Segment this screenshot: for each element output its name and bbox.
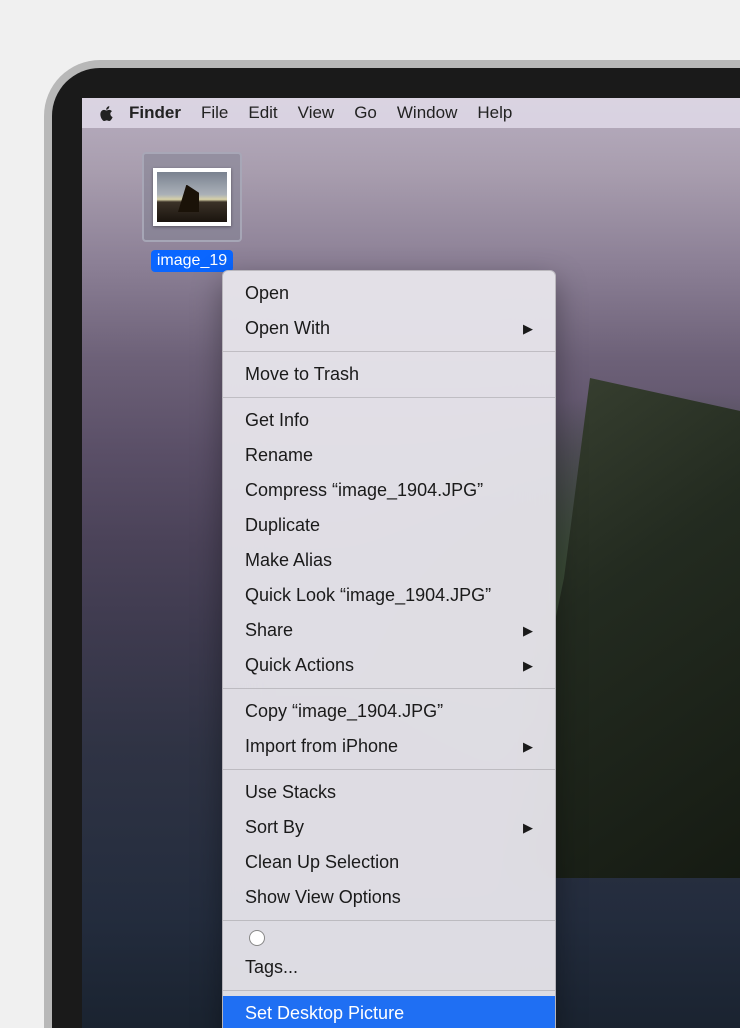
menu-item-label: Share xyxy=(245,617,293,644)
context-menu: Open Open With ▶ Move to Trash Get Info R… xyxy=(222,270,556,1028)
menu-item-open-with[interactable]: Open With ▶ xyxy=(223,311,555,346)
menubar-item-edit[interactable]: Edit xyxy=(238,103,287,123)
submenu-arrow-icon: ▶ xyxy=(523,818,533,838)
menubar-item-go[interactable]: Go xyxy=(344,103,387,123)
menu-item-label: Import from iPhone xyxy=(245,733,398,760)
menu-item-rename[interactable]: Rename xyxy=(223,438,555,473)
menu-item-tag-color-row[interactable] xyxy=(223,926,555,950)
menu-item-duplicate[interactable]: Duplicate xyxy=(223,508,555,543)
menu-separator xyxy=(223,920,555,921)
menu-item-show-view-options[interactable]: Show View Options xyxy=(223,880,555,915)
menu-item-label: Rename xyxy=(245,442,313,469)
menu-item-label: Tags... xyxy=(245,954,298,981)
menu-item-label: Copy “image_1904.JPG” xyxy=(245,698,443,725)
file-thumbnail-image xyxy=(157,172,227,222)
menu-separator xyxy=(223,990,555,991)
menu-item-label: Sort By xyxy=(245,814,304,841)
menu-item-sort-by[interactable]: Sort By ▶ xyxy=(223,810,555,845)
menu-item-label: Open With xyxy=(245,315,330,342)
menubar-item-view[interactable]: View xyxy=(288,103,345,123)
menu-item-label: Clean Up Selection xyxy=(245,849,399,876)
menu-item-label: Quick Look “image_1904.JPG” xyxy=(245,582,491,609)
file-thumbnail-frame xyxy=(153,168,231,226)
menu-item-quick-look[interactable]: Quick Look “image_1904.JPG” xyxy=(223,578,555,613)
desktop-screen[interactable]: Finder File Edit View Go Window Help ima… xyxy=(82,98,740,1028)
menu-item-use-stacks[interactable]: Use Stacks xyxy=(223,775,555,810)
menu-item-label: Duplicate xyxy=(245,512,320,539)
menubar-item-window[interactable]: Window xyxy=(387,103,467,123)
menu-item-compress[interactable]: Compress “image_1904.JPG” xyxy=(223,473,555,508)
menu-item-make-alias[interactable]: Make Alias xyxy=(223,543,555,578)
menu-item-clean-up-selection[interactable]: Clean Up Selection xyxy=(223,845,555,880)
submenu-arrow-icon: ▶ xyxy=(523,656,533,676)
menu-item-label: Get Info xyxy=(245,407,309,434)
tag-color-none-icon[interactable] xyxy=(249,930,265,946)
menu-item-set-desktop-picture[interactable]: Set Desktop Picture xyxy=(223,996,555,1028)
menu-item-share[interactable]: Share ▶ xyxy=(223,613,555,648)
submenu-arrow-icon: ▶ xyxy=(523,621,533,641)
menu-item-label: Show View Options xyxy=(245,884,401,911)
menu-separator xyxy=(223,769,555,770)
menu-item-label: Compress “image_1904.JPG” xyxy=(245,477,483,504)
menubar: Finder File Edit View Go Window Help xyxy=(82,98,740,128)
menu-item-tags[interactable]: Tags... xyxy=(223,950,555,985)
menubar-app-name[interactable]: Finder xyxy=(129,103,191,123)
device-frame: Finder File Edit View Go Window Help ima… xyxy=(52,68,740,1028)
menubar-item-help[interactable]: Help xyxy=(467,103,522,123)
menu-item-import-from-iphone[interactable]: Import from iPhone ▶ xyxy=(223,729,555,764)
menu-item-label: Make Alias xyxy=(245,547,332,574)
submenu-arrow-icon: ▶ xyxy=(523,319,533,339)
menu-item-label: Use Stacks xyxy=(245,779,336,806)
file-label[interactable]: image_19 xyxy=(151,250,233,272)
file-thumbnail-selection xyxy=(142,152,242,242)
menu-item-label: Set Desktop Picture xyxy=(245,1000,404,1027)
menu-separator xyxy=(223,397,555,398)
menu-item-get-info[interactable]: Get Info xyxy=(223,403,555,438)
menu-item-label: Quick Actions xyxy=(245,652,354,679)
menu-separator xyxy=(223,688,555,689)
menu-item-move-to-trash[interactable]: Move to Trash xyxy=(223,357,555,392)
apple-menu-icon[interactable] xyxy=(98,105,115,122)
menu-separator xyxy=(223,351,555,352)
desktop-file-icon[interactable]: image_19 xyxy=(132,152,252,277)
menu-item-label: Open xyxy=(245,280,289,307)
menubar-item-file[interactable]: File xyxy=(191,103,238,123)
submenu-arrow-icon: ▶ xyxy=(523,737,533,757)
menu-item-label: Move to Trash xyxy=(245,361,359,388)
menu-item-quick-actions[interactable]: Quick Actions ▶ xyxy=(223,648,555,683)
menu-item-copy[interactable]: Copy “image_1904.JPG” xyxy=(223,694,555,729)
menu-item-open[interactable]: Open xyxy=(223,276,555,311)
